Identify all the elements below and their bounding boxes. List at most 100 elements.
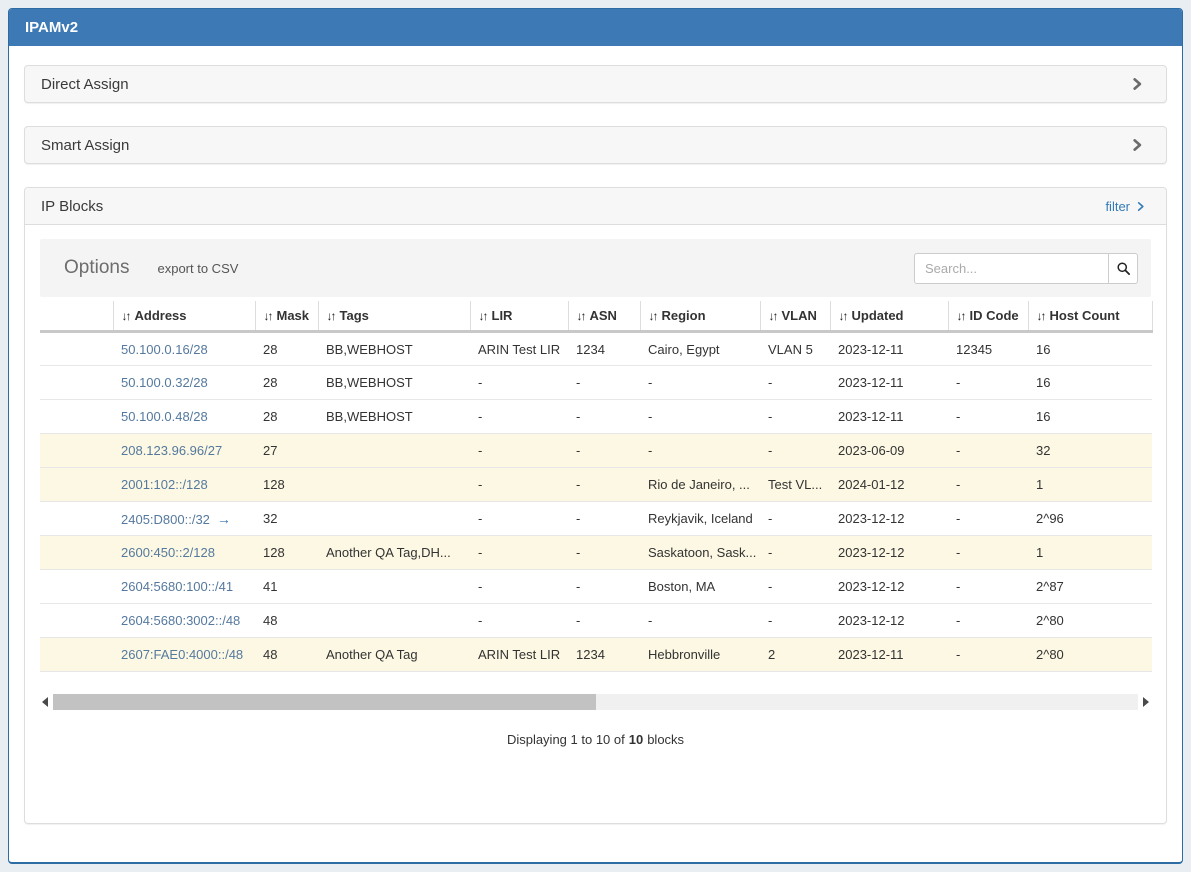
address-link[interactable]: 50.100.0.32/28 — [121, 375, 208, 390]
cell-updated: 2023-12-12 — [830, 502, 948, 536]
cell-mask: 41 — [255, 570, 318, 604]
cell-tags — [318, 604, 470, 638]
address-link[interactable]: 2001:102::/128 — [121, 477, 208, 492]
address-link[interactable]: 2604:5680:3002::/48 — [121, 613, 240, 628]
cell-id-code: - — [948, 502, 1028, 536]
cell-asn: 1234 — [568, 332, 640, 366]
scrollbar-thumb[interactable] — [53, 694, 596, 710]
search-input[interactable] — [914, 253, 1109, 284]
column-header-id-code[interactable]: ↓↑ID Code — [948, 301, 1028, 332]
address-link[interactable]: 50.100.0.16/28 — [121, 342, 208, 357]
column-header-vlan[interactable]: ↓↑VLAN — [760, 301, 830, 332]
cell-address: 2405:D800::/32→ — [113, 502, 255, 536]
address-link[interactable]: 2405:D800::/32 — [121, 512, 210, 527]
cell-id-code: 12345 — [948, 332, 1028, 366]
cell-updated: 2023-12-11 — [830, 638, 948, 672]
cell-host-count: 16 — [1028, 332, 1152, 366]
cell-host-count: 2^96 — [1028, 502, 1152, 536]
address-link[interactable]: 50.100.0.48/28 — [121, 409, 208, 424]
cell-id-code: - — [948, 604, 1028, 638]
column-label: Updated — [852, 308, 904, 323]
cell-address: 50.100.0.48/28 — [113, 400, 255, 434]
ip-blocks-table-body: 50.100.0.16/2828BB,WEBHOSTARIN Test LIR1… — [40, 332, 1152, 672]
search-button[interactable] — [1108, 253, 1138, 284]
cell-host-count: 16 — [1028, 400, 1152, 434]
cell-host-count: 2^87 — [1028, 570, 1152, 604]
address-link[interactable]: 2600:450::2/128 — [121, 545, 215, 560]
cell-lir: - — [470, 604, 568, 638]
cell-region: Reykjavik, Iceland — [640, 502, 760, 536]
ip-blocks-heading: IP Blocks filter — [25, 188, 1166, 225]
sort-icon: ↓↑ — [649, 309, 657, 323]
cell-vlan: - — [760, 502, 830, 536]
spacer-cell — [40, 366, 113, 400]
cell-region: Cairo, Egypt — [640, 332, 760, 366]
cell-mask: 28 — [255, 400, 318, 434]
scrollbar-track[interactable] — [53, 694, 1138, 710]
spacer-cell — [40, 400, 113, 434]
cell-region: Boston, MA — [640, 570, 760, 604]
cell-host-count: 16 — [1028, 366, 1152, 400]
cell-region: Rio de Janeiro, ... — [640, 468, 760, 502]
column-header-mask[interactable]: ↓↑Mask — [255, 301, 318, 332]
cell-lir: - — [470, 366, 568, 400]
column-header-asn[interactable]: ↓↑ASN — [568, 301, 640, 332]
scroll-right-arrow-icon[interactable] — [1143, 697, 1149, 707]
cell-address: 2001:102::/128 — [113, 468, 255, 502]
sort-icon: ↓↑ — [479, 309, 487, 323]
cell-lir: - — [470, 570, 568, 604]
cell-id-code: - — [948, 638, 1028, 672]
table-row: 2600:450::2/128128Another QA Tag,DH...--… — [40, 536, 1152, 570]
cell-tags — [318, 502, 470, 536]
cell-updated: 2023-06-09 — [830, 434, 948, 468]
cell-updated: 2023-12-11 — [830, 366, 948, 400]
cell-id-code: - — [948, 434, 1028, 468]
cell-region: - — [640, 434, 760, 468]
cell-host-count: 2^80 — [1028, 638, 1152, 672]
column-header-updated[interactable]: ↓↑Updated — [830, 301, 948, 332]
scroll-left-arrow-icon[interactable] — [42, 697, 48, 707]
filter-link[interactable]: filter — [1105, 199, 1146, 214]
export-csv-link[interactable]: export to CSV — [157, 261, 238, 276]
ip-blocks-panel: IP Blocks filter Options export to CSV — [24, 187, 1167, 824]
column-header-tags[interactable]: ↓↑Tags — [318, 301, 470, 332]
column-header-address[interactable]: ↓↑Address — [113, 301, 255, 332]
cell-host-count: 1 — [1028, 536, 1152, 570]
address-link[interactable]: 208.123.96.96/27 — [121, 443, 222, 458]
app-window: IPAMv2 Direct Assign Smart Assign IP Blo… — [8, 8, 1183, 864]
cell-tags: Another QA Tag — [318, 638, 470, 672]
cell-host-count: 2^80 — [1028, 604, 1152, 638]
cell-address: 2600:450::2/128 — [113, 536, 255, 570]
cell-lir: - — [470, 468, 568, 502]
options-bar: Options export to CSV — [40, 239, 1151, 297]
cell-updated: 2024-01-12 — [830, 468, 948, 502]
address-link[interactable]: 2604:5680:100::/41 — [121, 579, 233, 594]
cell-host-count: 1 — [1028, 468, 1152, 502]
spacer-cell — [40, 638, 113, 672]
cell-host-count: 32 — [1028, 434, 1152, 468]
cell-updated: 2023-12-12 — [830, 570, 948, 604]
direct-assign-panel[interactable]: Direct Assign — [24, 65, 1167, 103]
column-header-region[interactable]: ↓↑Region — [640, 301, 760, 332]
cell-tags: Another QA Tag,DH... — [318, 536, 470, 570]
smart-assign-panel[interactable]: Smart Assign — [24, 126, 1167, 164]
cell-lir: - — [470, 434, 568, 468]
cell-address: 50.100.0.16/28 — [113, 332, 255, 366]
cell-lir: - — [470, 536, 568, 570]
cell-asn: - — [568, 502, 640, 536]
cell-address: 50.100.0.32/28 — [113, 366, 255, 400]
spacer-cell — [40, 604, 113, 638]
column-header-lir[interactable]: ↓↑LIR — [470, 301, 568, 332]
column-label: Address — [135, 308, 187, 323]
column-header-host-count[interactable]: ↓↑Host Count — [1028, 301, 1152, 332]
cell-tags — [318, 468, 470, 502]
cell-updated: 2023-12-11 — [830, 400, 948, 434]
app-title: IPAMv2 — [25, 19, 78, 36]
cell-mask: 128 — [255, 468, 318, 502]
column-label: Host Count — [1050, 308, 1120, 323]
horizontal-scrollbar[interactable] — [40, 694, 1151, 710]
cell-asn: 1234 — [568, 638, 640, 672]
address-link[interactable]: 2607:FAE0:4000::/48 — [121, 647, 243, 662]
spacer-cell — [40, 468, 113, 502]
table-row: 50.100.0.16/2828BB,WEBHOSTARIN Test LIR1… — [40, 332, 1152, 366]
